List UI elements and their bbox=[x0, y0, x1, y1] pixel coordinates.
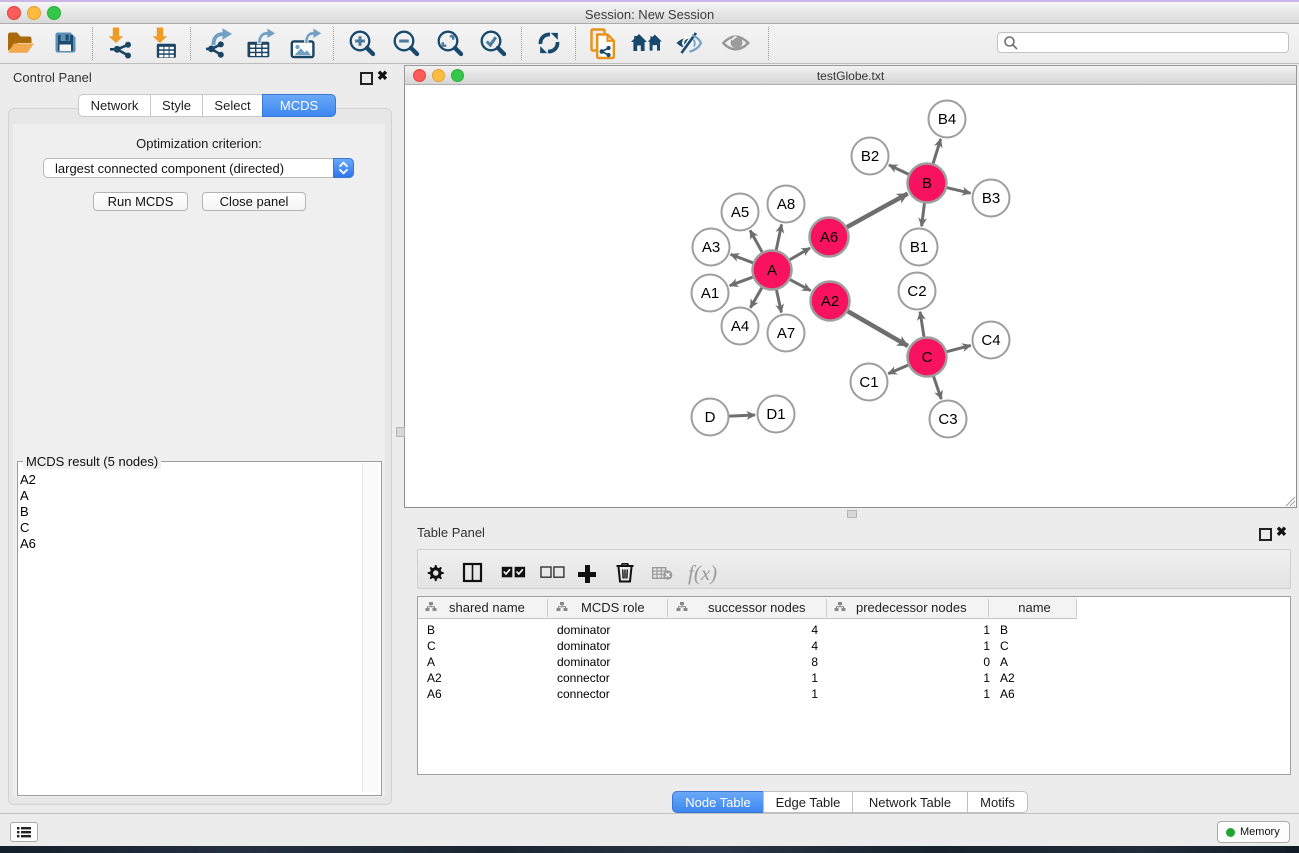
svg-text:D: D bbox=[705, 409, 716, 426]
svg-text:A5: A5 bbox=[731, 204, 749, 221]
svg-text:A: A bbox=[767, 262, 777, 279]
svg-text:B3: B3 bbox=[982, 190, 1000, 207]
svg-text:C: C bbox=[922, 349, 933, 366]
svg-text:C4: C4 bbox=[981, 332, 1000, 349]
svg-text:D1: D1 bbox=[766, 406, 785, 423]
svg-text:B2: B2 bbox=[861, 148, 879, 165]
svg-text:B4: B4 bbox=[938, 111, 956, 128]
svg-text:A8: A8 bbox=[777, 196, 795, 213]
svg-text:A6: A6 bbox=[820, 229, 838, 246]
svg-text:C3: C3 bbox=[938, 411, 957, 428]
svg-text:A3: A3 bbox=[702, 239, 720, 256]
svg-text:A4: A4 bbox=[731, 318, 749, 335]
svg-text:A1: A1 bbox=[701, 285, 719, 302]
svg-text:A2: A2 bbox=[821, 293, 839, 310]
svg-text:C2: C2 bbox=[907, 283, 926, 300]
svg-text:C1: C1 bbox=[859, 374, 878, 391]
svg-text:A7: A7 bbox=[777, 325, 795, 342]
svg-text:B: B bbox=[922, 175, 932, 192]
svg-text:B1: B1 bbox=[910, 239, 928, 256]
